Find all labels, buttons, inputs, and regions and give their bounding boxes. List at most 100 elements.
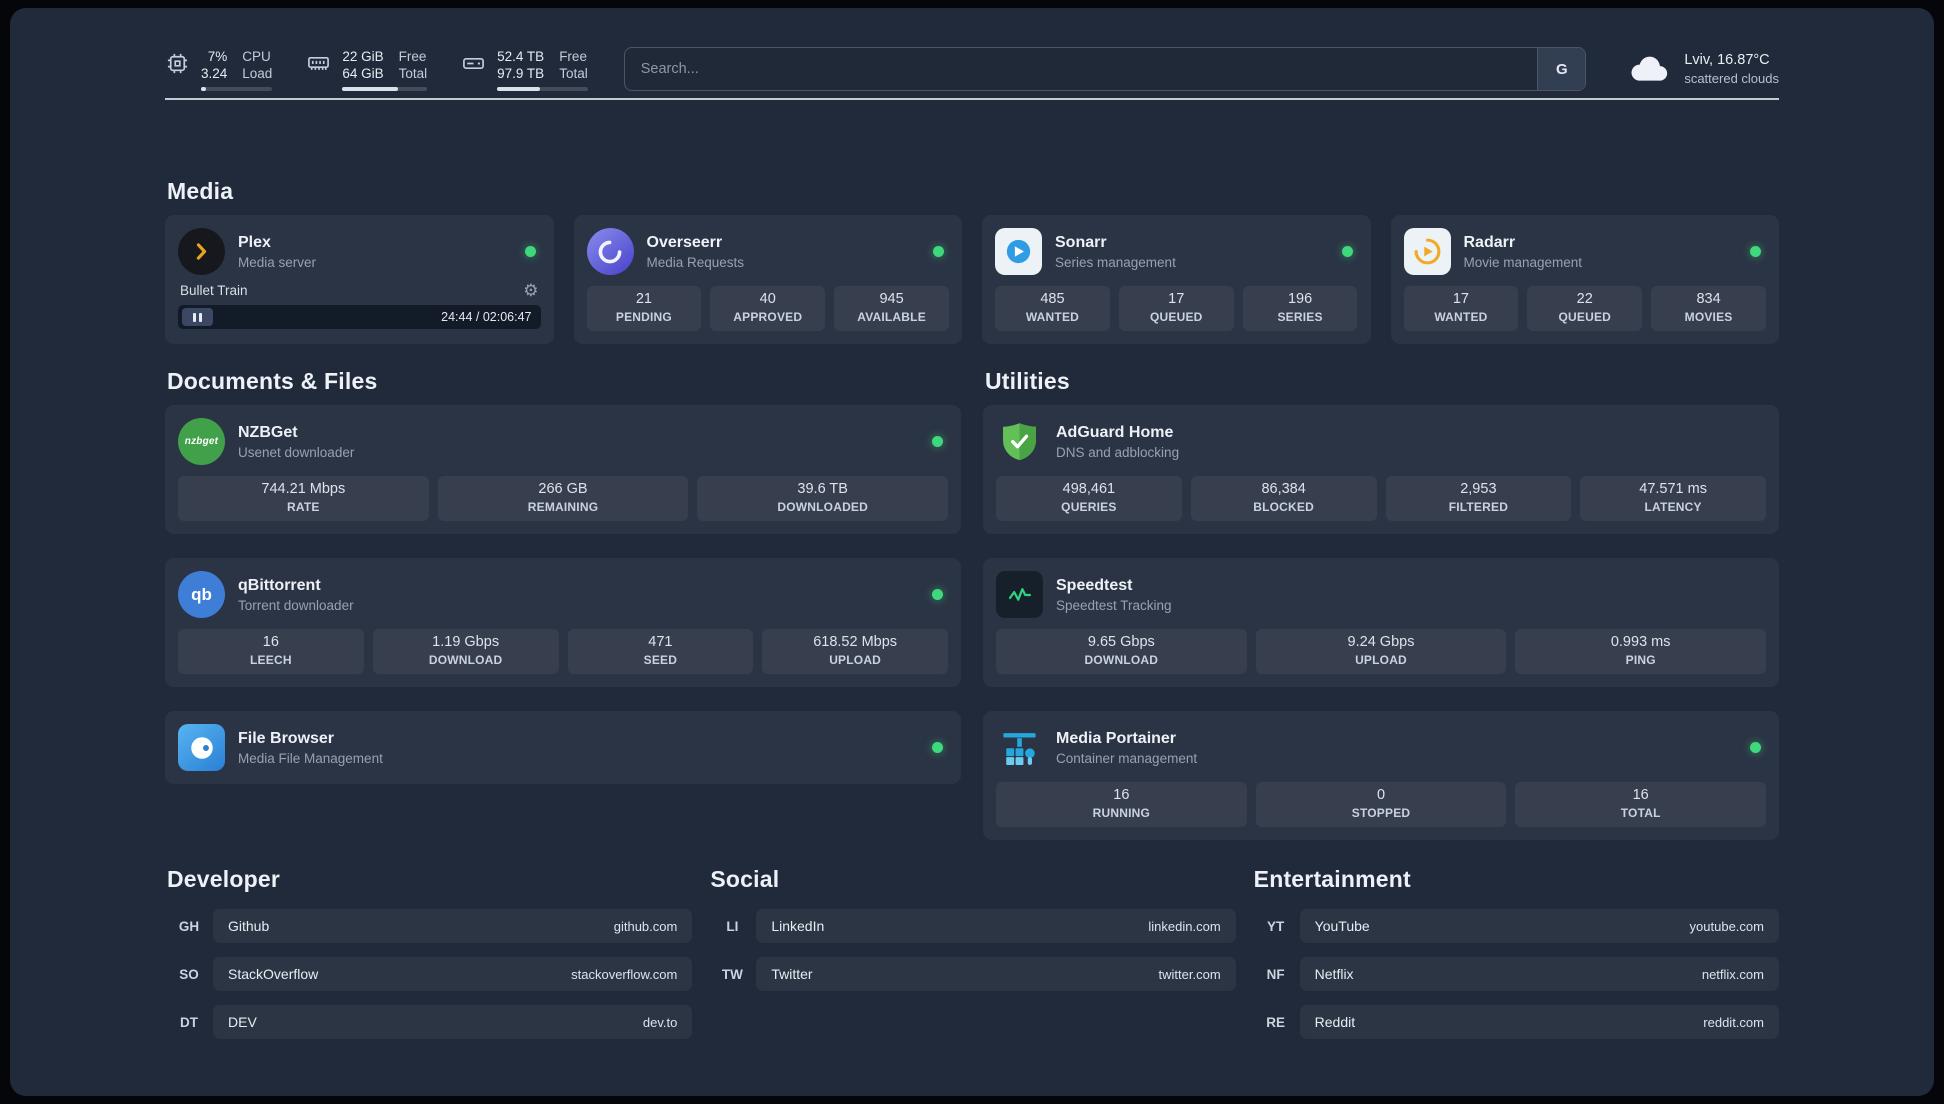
service-card-speedtest[interactable]: Speedtest Speedtest Tracking 9.65 Gbps DOWN… (983, 558, 1779, 687)
service-card-file-browser[interactable]: File Browser Media File Management (165, 711, 961, 784)
stat-label: MOVIES (1684, 310, 1733, 324)
stat-label: UPLOAD (1355, 653, 1407, 667)
stat-value: 17 (1168, 291, 1185, 307)
service-card-nzbget[interactable]: nzbget NZBGet Usenet downloader 744.21 Mbps… (165, 405, 961, 534)
cpu-progress-fill (201, 86, 206, 91)
stat-value: 9.65 Gbps (1087, 634, 1155, 650)
service-card-radarr[interactable]: Radarr Movie management 17 WANTED 22 QUEUED 83… (1390, 215, 1779, 344)
bookmark-pill: Github github.com (213, 909, 693, 943)
resource-label: Free (559, 48, 587, 64)
memory-labels: Free Total (399, 48, 428, 82)
cpu-progress-bar (201, 86, 273, 91)
service-card-overseerr[interactable]: Overseerr Media Requests 21 PENDING 40 APPROV… (573, 215, 962, 344)
service-text: Media Portainer Container management (1056, 730, 1197, 766)
player-time: 24:44 / 02:06:47 (441, 310, 532, 324)
section-title-utilities: Utilities (985, 368, 1070, 394)
memory-progress-fill (342, 86, 399, 91)
speedtest-icon (996, 571, 1043, 618)
stat-value: 39.6 TB (797, 481, 848, 497)
stat-total: 16 TOTAL (1515, 782, 1767, 827)
status-dot (932, 742, 943, 753)
pause-button[interactable] (182, 308, 213, 326)
service-name: Sonarr (1055, 233, 1107, 251)
resource-label: CPU (242, 48, 271, 64)
stat-value: 86,384 (1261, 481, 1306, 497)
status-dot (1750, 246, 1761, 257)
bookmark-github[interactable]: GH Github github.com (165, 909, 693, 943)
search-input[interactable] (624, 48, 1538, 90)
bookmark-twitter[interactable]: TW Twitter twitter.com (708, 957, 1236, 991)
bookmark-group-developer: Developer GH Github github.com SO StackOverfl… (165, 866, 693, 1039)
stat-value: 498,461 (1062, 481, 1116, 497)
stat-running: 16 RUNNING (996, 782, 1247, 827)
service-text: Plex Media server (238, 234, 316, 270)
filebrowser-icon (178, 724, 225, 771)
stat-queued: 17 QUEUED (1118, 286, 1234, 331)
gear-icon[interactable]: ⚙ (523, 282, 538, 299)
service-text: AdGuard Home DNS and adblocking (1056, 424, 1179, 460)
stat-stopped: 0 STOPPED (1255, 782, 1507, 827)
stat-value: 0.993 ms (1610, 634, 1671, 650)
bookmark-pill: Netflix netflix.com (1299, 957, 1779, 991)
cpu-widget: 7% 3.24 CPU Load (165, 48, 273, 91)
service-card-adguard-home[interactable]: AdGuard Home DNS and adblocking 498,461 QUE… (983, 405, 1779, 534)
bookmark-stackoverflow[interactable]: SO StackOverflow stackoverflow.com (165, 957, 693, 991)
service-card-media-portainer[interactable]: Media Portainer Container management 16 RUN… (983, 711, 1779, 840)
stat-value: 16 (1113, 787, 1130, 803)
weather-widget: Lviv, 16.87°C scattered clouds (1624, 52, 1779, 86)
service-description: Media Requests (646, 254, 745, 270)
bookmark-url: reddit.com (1703, 1014, 1764, 1030)
stats-row: 498,461 QUERIES 86,384 BLOCKED 2,953 FILTERED… (996, 476, 1766, 521)
service-card-sonarr[interactable]: Sonarr Series management 485 WANTED 17 QUEUED… (982, 215, 1371, 344)
weather-condition: scattered clouds (1684, 71, 1779, 86)
bookmark-dev[interactable]: DT DEV dev.to (165, 1005, 693, 1039)
bookmark-url: stackoverflow.com (571, 966, 678, 982)
resource-label: Total (559, 65, 588, 81)
stat-label: RUNNING (1092, 806, 1151, 820)
search-provider-button[interactable]: G (1537, 48, 1586, 90)
service-description: Speedtest Tracking (1056, 597, 1172, 613)
adguard-icon (996, 418, 1043, 465)
bookmark-name: LinkedIn (771, 918, 825, 934)
dashboard-panel: 7% 3.24 CPU Load 22 GiB 64 GiB Free Total 52.4 T… (10, 8, 1934, 1096)
stat-value: 945 (879, 291, 904, 307)
bookmark-name: StackOverflow (228, 966, 319, 982)
section-title-media: Media (167, 178, 234, 204)
bookmark-abbr: SO (179, 966, 199, 982)
resource-value: 22 GiB (342, 48, 384, 64)
service-card-qbittorrent[interactable]: qb qBittorrent Torrent downloader 16 LEECH 1.… (165, 558, 961, 687)
player-progress-bar[interactable]: 24:44 / 02:06:47 (178, 305, 541, 329)
service-description: Movie management (1463, 254, 1583, 270)
bookmark-pill: Reddit reddit.com (1299, 1005, 1779, 1039)
bookmark-youtube[interactable]: YT YouTube youtube.com (1252, 909, 1779, 943)
search-bar[interactable]: G (623, 47, 1587, 91)
bookmark-netflix[interactable]: NF Netflix netflix.com (1252, 957, 1779, 991)
stat-label: DOWNLOAD (428, 653, 503, 667)
service-name: Overseerr (646, 233, 723, 251)
disk-progress-bar (497, 86, 588, 91)
stats-row: 9.65 Gbps DOWNLOAD 9.24 Gbps UPLOAD 0.993 ms… (996, 629, 1767, 674)
stat-blocked: 86,384 BLOCKED (1190, 476, 1377, 521)
bookmark-reddit[interactable]: RE Reddit reddit.com (1252, 1005, 1779, 1039)
stat-value: 618.52 Mbps (813, 634, 898, 650)
stat-series: 196 SERIES (1242, 286, 1358, 331)
service-text: Sonarr Series management (1055, 234, 1176, 270)
bookmark-pill: Twitter twitter.com (756, 957, 1236, 991)
status-dot (1341, 246, 1353, 257)
bookmark-linkedin[interactable]: LI LinkedIn linkedin.com (708, 909, 1236, 943)
service-text: File Browser Media File Management (238, 730, 383, 766)
topbar-divider (165, 98, 1779, 100)
stat-rate: 744.21 Mbps RATE (178, 476, 429, 521)
dashboard-content: 7% 3.24 CPU Load 22 GiB 64 GiB Free Total 52.4 T… (165, 8, 1779, 1039)
utilities-card-stack: AdGuard Home DNS and adblocking 498,461 QUE… (983, 405, 1779, 840)
status-dot (933, 246, 944, 257)
bookmark-group-entertainment: Entertainment YT YouTube youtube.com NF Netfl… (1252, 866, 1779, 1039)
service-card-plex[interactable]: Plex Media server Bullet Train ⚙ 24:44 / 02:… (165, 215, 554, 344)
stat-download: 1.19 Gbps DOWNLOAD (372, 629, 559, 674)
bookmark-pill: DEV dev.to (213, 1005, 693, 1039)
stat-downloaded: 39.6 TB DOWNLOADED (697, 476, 949, 521)
stat-label: REMAINING (527, 500, 599, 514)
bookmark-name: Netflix (1314, 966, 1354, 982)
resource-label: Free (398, 48, 427, 64)
resource-label: Load (242, 65, 273, 81)
